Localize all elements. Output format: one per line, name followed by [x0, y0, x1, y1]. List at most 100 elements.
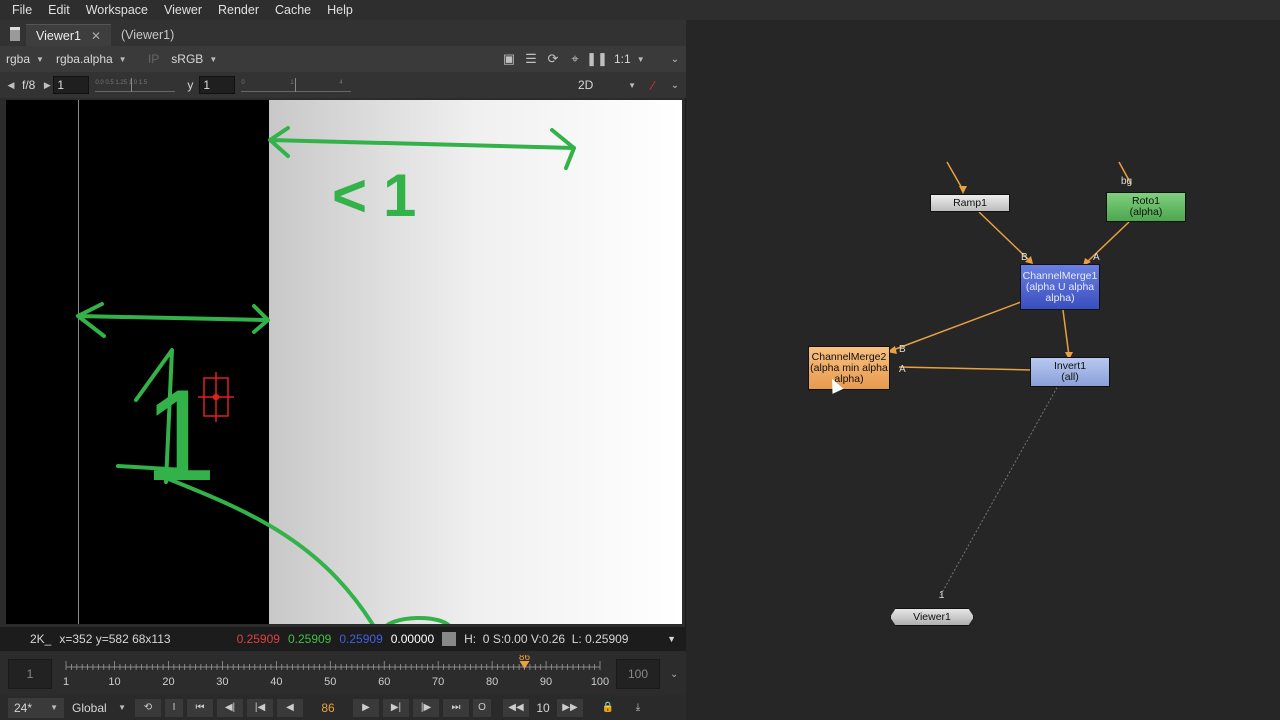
gamma-label: y	[187, 78, 194, 92]
roto-bg-input-label: bg	[1121, 176, 1133, 187]
gain-slider[interactable]: 0.0 0.5 1.25 1.0 1.5	[95, 78, 176, 92]
zoom-value: 1:1	[614, 52, 631, 66]
gamma-slider-handle[interactable]	[295, 78, 297, 92]
menu-edit[interactable]: Edit	[40, 0, 78, 20]
tab-label: (Viewer1)	[121, 28, 175, 42]
expand-icon[interactable]: ⌄	[664, 75, 686, 95]
roi-icon[interactable]: ▣	[498, 49, 520, 69]
play-forward-icon[interactable]: ▶	[352, 697, 380, 718]
annotation-overlay: <1 1	[76, 126, 576, 624]
viewer-canvas[interactable]: <1 1	[6, 100, 682, 624]
circle-alpha	[385, 616, 450, 624]
node-ramp1[interactable]: Ramp1	[930, 194, 1010, 212]
pixel-b: 0.25909	[339, 632, 383, 646]
current-frame-field[interactable]: 86	[306, 698, 350, 718]
channels-value: rgba	[6, 52, 31, 66]
play-backward-icon[interactable]: ◀	[276, 697, 304, 718]
pane-menu-icon[interactable]	[4, 22, 26, 46]
first-frame-icon[interactable]: ⏮	[186, 697, 214, 718]
gain-field[interactable]: 1	[53, 76, 90, 94]
node-label: ChannelMerge2	[811, 350, 887, 363]
chevron-down-icon: ▼	[628, 80, 636, 90]
node-sublabel: (alpha U alpha	[1025, 280, 1095, 293]
channel-single-dropdown[interactable]: rgba.alpha ▼	[50, 49, 142, 69]
expand-icon[interactable]: ⌄	[664, 49, 686, 69]
format-label: 2K_	[30, 632, 52, 646]
gain-slider-ticks: 0.0 0.5 1.25 1.0 1.5	[95, 80, 148, 86]
node-viewer1[interactable]: Viewer1	[890, 608, 974, 626]
node-edges	[887, 161, 1132, 599]
arrow-left-icon[interactable]: ◀	[0, 75, 22, 95]
timeline-tick-label: 40	[270, 676, 282, 688]
viewer-input-label: 1	[939, 590, 945, 601]
menu-cache[interactable]: Cache	[267, 0, 319, 20]
cm1-input-b-label: B	[1021, 252, 1028, 263]
lut-dropdown[interactable]: sRGB ▼	[165, 49, 239, 69]
cm2-input-a-label: A	[899, 364, 906, 375]
cm2-input-b-label: B	[899, 344, 906, 355]
node-roto1[interactable]: Roto1 (alpha)	[1106, 192, 1186, 222]
close-icon[interactable]: ✕	[91, 29, 101, 43]
pixel-g: 0.25909	[287, 632, 332, 646]
node-channelmerge1[interactable]: ChannelMerge1 (alpha U alpha alpha)	[1020, 264, 1100, 310]
gamma-slider-ticks: 0 1 4	[241, 80, 343, 86]
node-invert1[interactable]: Invert1 (all)	[1030, 357, 1110, 387]
next-keyframe-icon[interactable]: |▶	[412, 697, 440, 718]
ip-label: IP	[147, 52, 160, 66]
list-icon[interactable]: ☰	[520, 49, 542, 69]
nuke-app: File Edit Workspace Viewer Render Cache …	[0, 0, 1280, 720]
chevron-down-icon[interactable]: ⌄	[670, 669, 678, 680]
pixel-r: 0.25909	[236, 632, 280, 646]
menu-file[interactable]: File	[4, 0, 40, 20]
gamma-slider[interactable]: 0 1 4	[241, 78, 352, 92]
menu-workspace[interactable]: Workspace	[78, 0, 156, 20]
next-frame-icon[interactable]: ▶|	[382, 697, 410, 718]
channels-dropdown[interactable]: rgba ▼	[0, 49, 50, 69]
hsvl-readout: H: 0 S:0.00 V:0.26 L: 0.25909	[464, 632, 629, 646]
pause-icon[interactable]: ❚❚	[586, 49, 608, 69]
tab-viewer1-node[interactable]: (Viewer1)	[111, 24, 184, 46]
cache-icon[interactable]: ⤓	[624, 698, 652, 718]
fstop-label: f/8	[22, 78, 36, 92]
node-channelmerge2[interactable]: ChannelMerge2 (alpha min alpha alpha)	[808, 346, 890, 390]
fps-dropdown[interactable]: 24* ▼	[8, 697, 64, 718]
zoom-dropdown[interactable]: 1:1 ▼	[608, 49, 664, 69]
timeline-ruler[interactable]: 1 10 20 30 40 50 60 70 80 90 100 86	[62, 655, 612, 695]
prev-keyframe-icon[interactable]: ◀|	[216, 697, 244, 718]
skip-forward-icon[interactable]: ▶▶	[556, 697, 584, 718]
annotation-text-less-than: <1	[332, 162, 432, 229]
input-process-button[interactable]: IP	[142, 49, 165, 69]
tab-viewer1[interactable]: Viewer1 ✕	[26, 24, 111, 46]
target-icon[interactable]: ⌖	[564, 49, 586, 69]
chevron-down-icon[interactable]: ▼	[667, 634, 676, 644]
lock-icon[interactable]: 🔒	[594, 698, 622, 718]
gain-slider-handle[interactable]	[131, 78, 133, 92]
view-mode-dropdown[interactable]: 2D ▼	[572, 75, 642, 95]
menu-viewer[interactable]: Viewer	[156, 0, 210, 20]
timeline-end-field[interactable]: 100	[616, 659, 660, 689]
cm1-input-a-label: A	[1093, 252, 1100, 263]
node-graph[interactable]: Ramp1 bg Roto1 (alpha) B A ChannelMerge1…	[687, 20, 1280, 720]
paint-icon[interactable]: ⁄	[642, 75, 664, 95]
skip-back-icon[interactable]: ◀◀	[502, 697, 530, 718]
chevron-down-icon: ▼	[118, 54, 127, 64]
timeline-tick-label: 80	[486, 676, 498, 688]
menu-help[interactable]: Help	[319, 0, 361, 20]
scope-dropdown[interactable]: Global ▼	[66, 698, 132, 718]
timeline-playhead-label: 86	[519, 655, 531, 663]
playback-bar: 24* ▼ Global ▼ ⟲ I ⏮ ◀| |◀ ◀ 86 ▶ ▶| |▶ ⏭ …	[0, 695, 686, 720]
increment-field[interactable]: 10	[532, 701, 554, 715]
view-mode-value: 2D	[578, 78, 594, 92]
timeline-start-field[interactable]: 1	[8, 659, 52, 689]
in-point-icon[interactable]: I	[164, 697, 184, 718]
refresh-icon[interactable]: ⟳	[542, 49, 564, 69]
timeline-tick-label: 1	[63, 676, 69, 688]
menu-bar: File Edit Workspace Viewer Render Cache …	[0, 0, 1280, 20]
loop-icon[interactable]: ⟲	[134, 697, 162, 718]
menu-render[interactable]: Render	[210, 0, 267, 20]
out-point-icon[interactable]: O	[472, 697, 492, 718]
prev-frame-icon[interactable]: |◀	[246, 697, 274, 718]
gamma-field[interactable]: 1	[199, 76, 236, 94]
arrow-right-icon[interactable]: ▶	[41, 75, 53, 95]
last-frame-icon[interactable]: ⏭	[442, 697, 470, 718]
